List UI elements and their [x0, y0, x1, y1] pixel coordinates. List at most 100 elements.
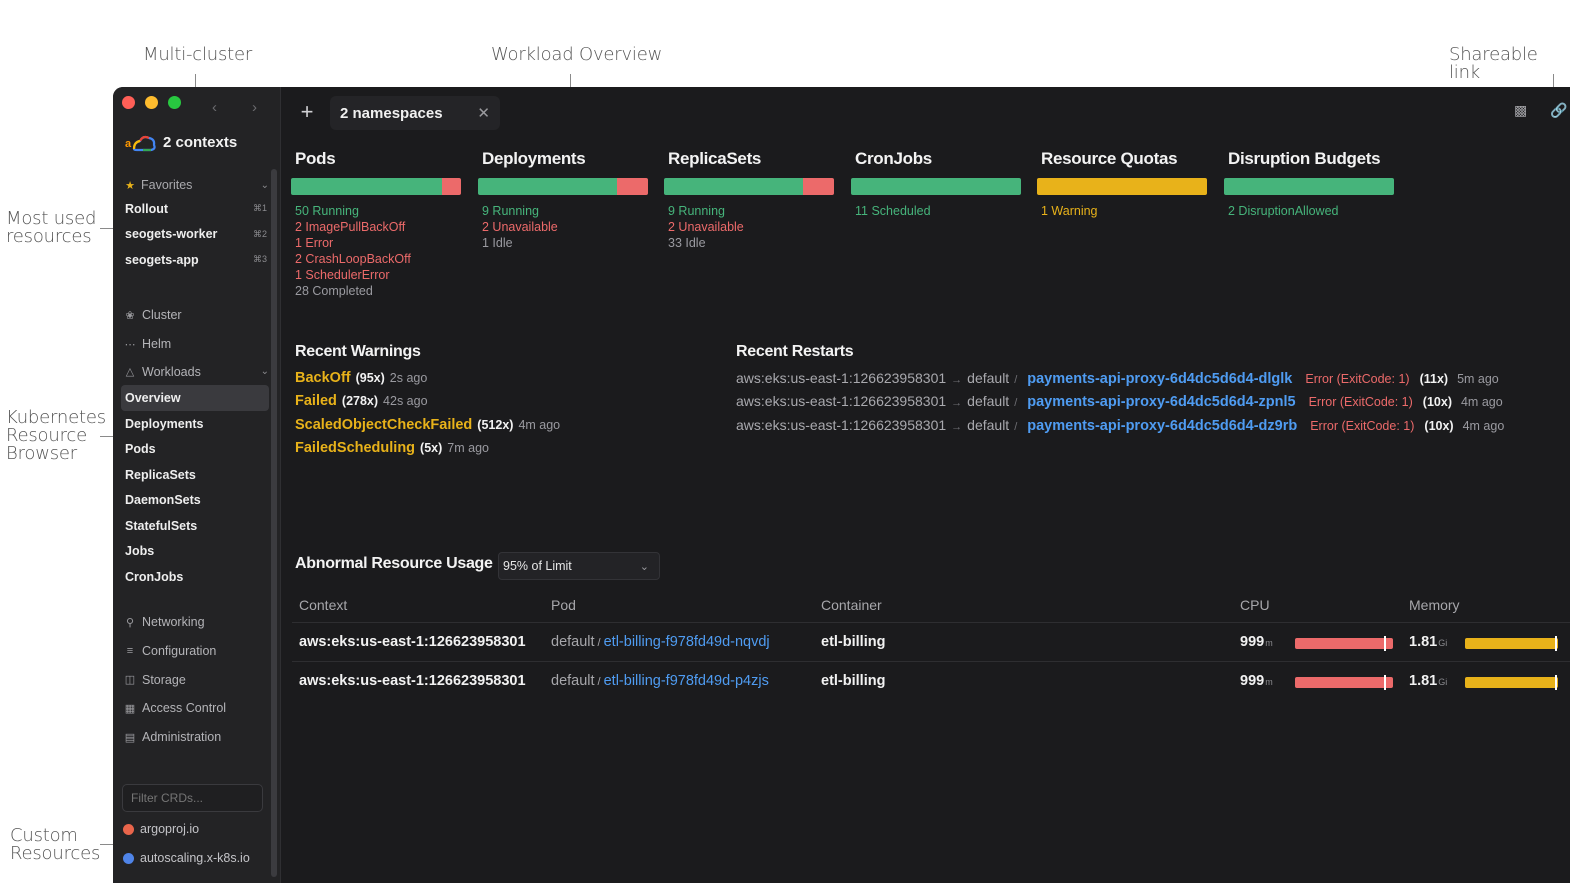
sidebar-item-replicasets[interactable]: ReplicaSets	[121, 462, 269, 488]
sidebar-item-label: Configuration	[142, 644, 217, 659]
close-window-button[interactable]	[122, 96, 135, 109]
server-icon: ▤	[124, 731, 136, 744]
column-header-cpu[interactable]: CPU	[1240, 597, 1270, 613]
column-header-memory[interactable]: Memory	[1409, 597, 1460, 613]
restart-pod-link[interactable]: payments-api-proxy-6d4dc5d6d4-zpnl5	[1027, 394, 1295, 410]
summary-card-disruption-budgets[interactable]: Disruption Budgets 2 DisruptionAllowed	[1224, 149, 1394, 219]
summary-card-pods[interactable]: Pods 50 Running 2 ImagePullBackOff 1 Error 2…	[291, 149, 461, 299]
sidebar-item-cluster[interactable]: ❀ Cluster	[121, 301, 269, 330]
warning-item[interactable]: BackOff (95x) 2s ago	[295, 370, 427, 386]
contexts-label: 2 contexts	[163, 133, 238, 151]
sidebar-item-overview[interactable]: Overview	[121, 385, 269, 411]
status-bar	[1037, 178, 1207, 195]
sidebar-item-workloads[interactable]: △ Workloads ⌄	[121, 358, 269, 385]
sidebar-item-administration[interactable]: ▤ Administration	[121, 723, 269, 752]
card-title: Disruption Budgets	[1228, 149, 1381, 168]
warning-item[interactable]: ScaledObjectCheckFailed (512x) 4m ago	[295, 417, 560, 433]
helm-icon: ⋯	[124, 338, 136, 351]
column-header-context[interactable]: Context	[299, 597, 347, 613]
status-list: 50 Running 2 ImagePullBackOff 1 Error 2 Cra…	[291, 203, 461, 299]
link-icon[interactable]: 🔗	[1550, 102, 1567, 119]
slash-separator: /	[597, 637, 601, 649]
favorite-item-rollout[interactable]: Rollout ⌘1	[121, 196, 269, 222]
tab-namespaces[interactable]: 2 namespaces ✕	[330, 96, 500, 130]
sidebar-item-helm[interactable]: ⋯ Helm	[121, 330, 269, 359]
restart-error: Error (ExitCode: 1)	[1310, 418, 1415, 433]
pod-link[interactable]: etl-billing-f978fd49d-nqvdj	[604, 634, 770, 650]
restart-item: aws:eks:us-east-1:126623958301 → default / p…	[736, 370, 1499, 387]
sidebar-item-deployments[interactable]: Deployments	[121, 411, 269, 437]
sidebar-item-configuration[interactable]: ≡ Configuration	[121, 637, 269, 666]
memory-usage-bar	[1465, 636, 1558, 651]
maximize-window-button[interactable]	[168, 96, 181, 109]
restart-pod-link[interactable]: payments-api-proxy-6d4dc5d6d4-dlglk	[1027, 371, 1292, 387]
cell-container: etl-billing	[821, 634, 886, 650]
screen-share-icon[interactable]: ▩	[1514, 102, 1527, 119]
favorite-item-seogets-app[interactable]: seogets-app ⌘3	[121, 247, 269, 273]
favorites-header[interactable]: ★ Favorites ⌄	[121, 174, 269, 196]
crd-filter-input[interactable]	[122, 784, 263, 812]
warning-count: (95x)	[355, 371, 385, 385]
column-header-pod[interactable]: Pod	[551, 597, 576, 613]
minimize-window-button[interactable]	[145, 96, 158, 109]
warning-name: FailedScheduling	[295, 439, 416, 456]
restart-pod-link[interactable]: payments-api-proxy-6d4dc5d6d4-dz9rb	[1027, 418, 1297, 434]
abnormal-usage-title: Abnormal Resource Usage	[295, 555, 493, 572]
warning-item[interactable]: Failed (278x) 42s ago	[295, 393, 428, 409]
crd-item-autoscaling[interactable]: autoscaling.x-k8s.io	[123, 851, 250, 865]
status-line: 1 SchedulerError	[295, 268, 390, 282]
sidebar-item-label: Networking	[142, 615, 205, 630]
sidebar-item-cronjobs[interactable]: CronJobs	[121, 564, 269, 590]
card-title: Resource Quotas	[1041, 149, 1178, 168]
warning-name: BackOff	[295, 370, 351, 386]
table-row[interactable]: aws:eks:us-east-1:126623958301 default / et…	[292, 661, 1570, 700]
annotation-k8s-browser: Kubernetes Resource Browser	[6, 409, 106, 463]
context-switcher[interactable]: a 2 contexts	[125, 131, 237, 153]
status-list: 11 Scheduled	[851, 203, 1021, 219]
cpu-unit: m	[1265, 677, 1273, 687]
sidebar-item-access-control[interactable]: ▦ Access Control	[121, 694, 269, 723]
back-arrow-icon[interactable]: ‹	[212, 99, 217, 116]
cell-context: aws:eks:us-east-1:126623958301	[299, 634, 526, 650]
sidebar-item-storage[interactable]: ◫ Storage	[121, 665, 269, 694]
summary-card-replicasets[interactable]: ReplicaSets 9 Running 2 Unavailable 33 Idle	[664, 149, 834, 251]
cell-memory: 1.81Gi	[1409, 673, 1447, 689]
cell-memory: 1.81Gi	[1409, 634, 1447, 650]
sidebar-item-label: Storage	[142, 672, 186, 687]
sidebar-item-jobs[interactable]: Jobs	[121, 538, 269, 564]
status-line: 2 CrashLoopBackOff	[295, 252, 411, 266]
usage-threshold-select[interactable]: 95% of Limit ⌄	[498, 552, 660, 580]
forward-arrow-icon[interactable]: ›	[252, 99, 257, 116]
add-tab-button[interactable]: +	[296, 99, 318, 125]
restart-time: 4m ago	[1462, 418, 1505, 433]
status-line: 2 DisruptionAllowed	[1228, 204, 1339, 218]
slash-separator: /	[1014, 420, 1018, 433]
sidebar-item-statefulsets[interactable]: StatefulSets	[121, 513, 269, 539]
sidebar-item-daemonsets[interactable]: DaemonSets	[121, 487, 269, 513]
summary-card-resource-quotas[interactable]: Resource Quotas 1 Warning	[1037, 149, 1207, 219]
favorite-item-seogets-worker[interactable]: seogets-worker ⌘2	[121, 222, 269, 248]
svg-text:a: a	[125, 138, 132, 150]
close-icon[interactable]: ✕	[477, 104, 490, 122]
crd-item-argoproj[interactable]: argoproj.io	[123, 822, 199, 836]
sidebar-scrollbar[interactable]	[271, 169, 277, 877]
summary-card-cronjobs[interactable]: CronJobs 11 Scheduled	[851, 149, 1021, 219]
cell-cpu: 999m	[1240, 634, 1273, 650]
restart-context: aws:eks:us-east-1:126623958301	[736, 393, 947, 410]
arrow-right-icon: →	[951, 397, 963, 410]
table-row[interactable]: aws:eks:us-east-1:126623958301 default / et…	[292, 622, 1570, 661]
cloud-providers-icon: a	[125, 131, 156, 153]
summary-card-deployments[interactable]: Deployments 9 Running 2 Unavailable 1 Idle	[478, 149, 648, 251]
sidebar-item-networking[interactable]: ⚲ Networking	[121, 608, 269, 637]
cluster-icon: ❀	[125, 309, 135, 322]
cell-container: etl-billing	[821, 673, 886, 689]
sidebar-item-pods[interactable]: Pods	[121, 436, 269, 462]
pod-link[interactable]: etl-billing-f978fd49d-p4zjs	[604, 673, 769, 689]
warning-name: Failed	[295, 393, 337, 410]
tab-label: 2 namespaces	[340, 104, 443, 122]
status-list: 2 DisruptionAllowed	[1224, 203, 1394, 219]
annotation-custom-resources: Custom Resources	[10, 827, 100, 863]
warning-item[interactable]: FailedScheduling (5x) 7m ago	[295, 440, 489, 456]
nav-section: ❀ Cluster ⋯ Helm △ Workloads ⌄ Overview …	[121, 301, 269, 589]
column-header-container[interactable]: Container	[821, 597, 882, 613]
